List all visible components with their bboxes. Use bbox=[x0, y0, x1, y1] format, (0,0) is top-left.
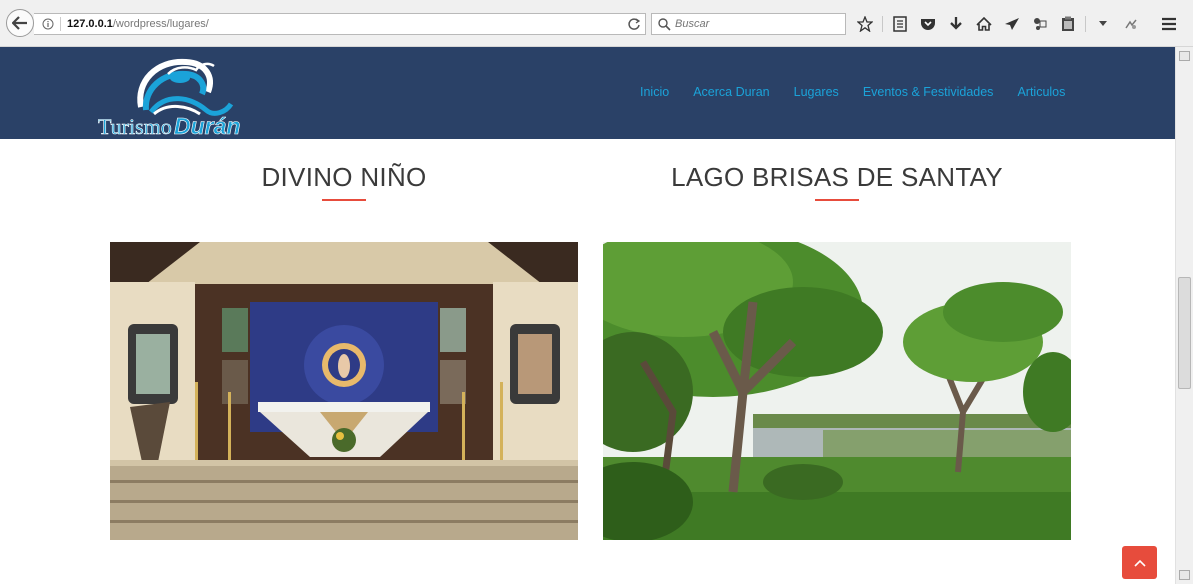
back-button[interactable] bbox=[6, 9, 34, 37]
scroll-up-button[interactable] bbox=[1179, 51, 1190, 61]
search-icon bbox=[658, 17, 671, 31]
reading-list-icon[interactable] bbox=[889, 13, 911, 35]
url-bar[interactable]: 127.0.0.1/wordpress/lugares/ bbox=[34, 13, 646, 35]
scroll-down-button[interactable] bbox=[1179, 570, 1190, 580]
browser-toolbar: 127.0.0.1/wordpress/lugares/ bbox=[0, 0, 1193, 47]
nav-item-eventos-festividades[interactable]: Eventos & Festividades bbox=[863, 85, 994, 99]
svg-text:Turismo: Turismo bbox=[98, 114, 172, 136]
url-text[interactable]: 127.0.0.1/wordpress/lugares/ bbox=[67, 18, 209, 30]
toolbar-icons bbox=[854, 12, 1148, 36]
nav-item-inicio[interactable]: Inicio bbox=[640, 85, 669, 99]
bookmark-star-icon[interactable] bbox=[854, 13, 876, 35]
divino-nino-image[interactable] bbox=[110, 242, 578, 540]
place-title[interactable]: DIVINO NIÑO bbox=[110, 162, 578, 193]
hamburger-menu-icon[interactable] bbox=[1158, 13, 1180, 35]
home-icon[interactable] bbox=[973, 13, 995, 35]
url-separator bbox=[60, 17, 61, 31]
chevron-up-icon bbox=[1133, 559, 1146, 567]
svg-text:Durán: Durán bbox=[174, 113, 240, 136]
title-underline bbox=[815, 199, 859, 201]
nav-item-articulos[interactable]: Articulos bbox=[1017, 85, 1065, 99]
reload-icon[interactable] bbox=[627, 17, 641, 31]
lago-brisas-de-santay-image[interactable] bbox=[603, 242, 1071, 540]
site-header: Turismo Durán Inicio Acerca Duran Lugare… bbox=[0, 47, 1175, 139]
scroll-thumb[interactable] bbox=[1178, 277, 1191, 389]
place-title[interactable]: LAGO BRISAS DE SANTAY bbox=[603, 162, 1071, 193]
back-to-top-button[interactable] bbox=[1122, 546, 1157, 579]
chevron-down-icon[interactable] bbox=[1092, 13, 1114, 35]
title-underline bbox=[322, 199, 366, 201]
download-icon[interactable] bbox=[945, 13, 967, 35]
turismo-duran-logo[interactable]: Turismo Durán bbox=[96, 52, 256, 136]
extension-icon[interactable] bbox=[1029, 13, 1051, 35]
nav-item-acerca-duran[interactable]: Acerca Duran bbox=[693, 85, 769, 99]
main-nav: Inicio Acerca Duran Lugares Eventos & Fe… bbox=[640, 85, 1089, 99]
pocket-icon[interactable] bbox=[917, 13, 939, 35]
addon-icon[interactable] bbox=[1120, 13, 1142, 35]
page-scrollbar[interactable] bbox=[1175, 47, 1193, 584]
toolbar-separator bbox=[1085, 16, 1086, 32]
info-icon[interactable] bbox=[42, 18, 54, 30]
nav-item-lugares[interactable]: Lugares bbox=[794, 85, 839, 99]
search-field[interactable] bbox=[651, 13, 846, 35]
toolbar-separator bbox=[882, 16, 883, 32]
send-icon[interactable] bbox=[1001, 13, 1023, 35]
back-arrow-icon bbox=[12, 16, 27, 30]
search-input[interactable] bbox=[675, 18, 835, 30]
clipboard-icon[interactable] bbox=[1057, 13, 1079, 35]
